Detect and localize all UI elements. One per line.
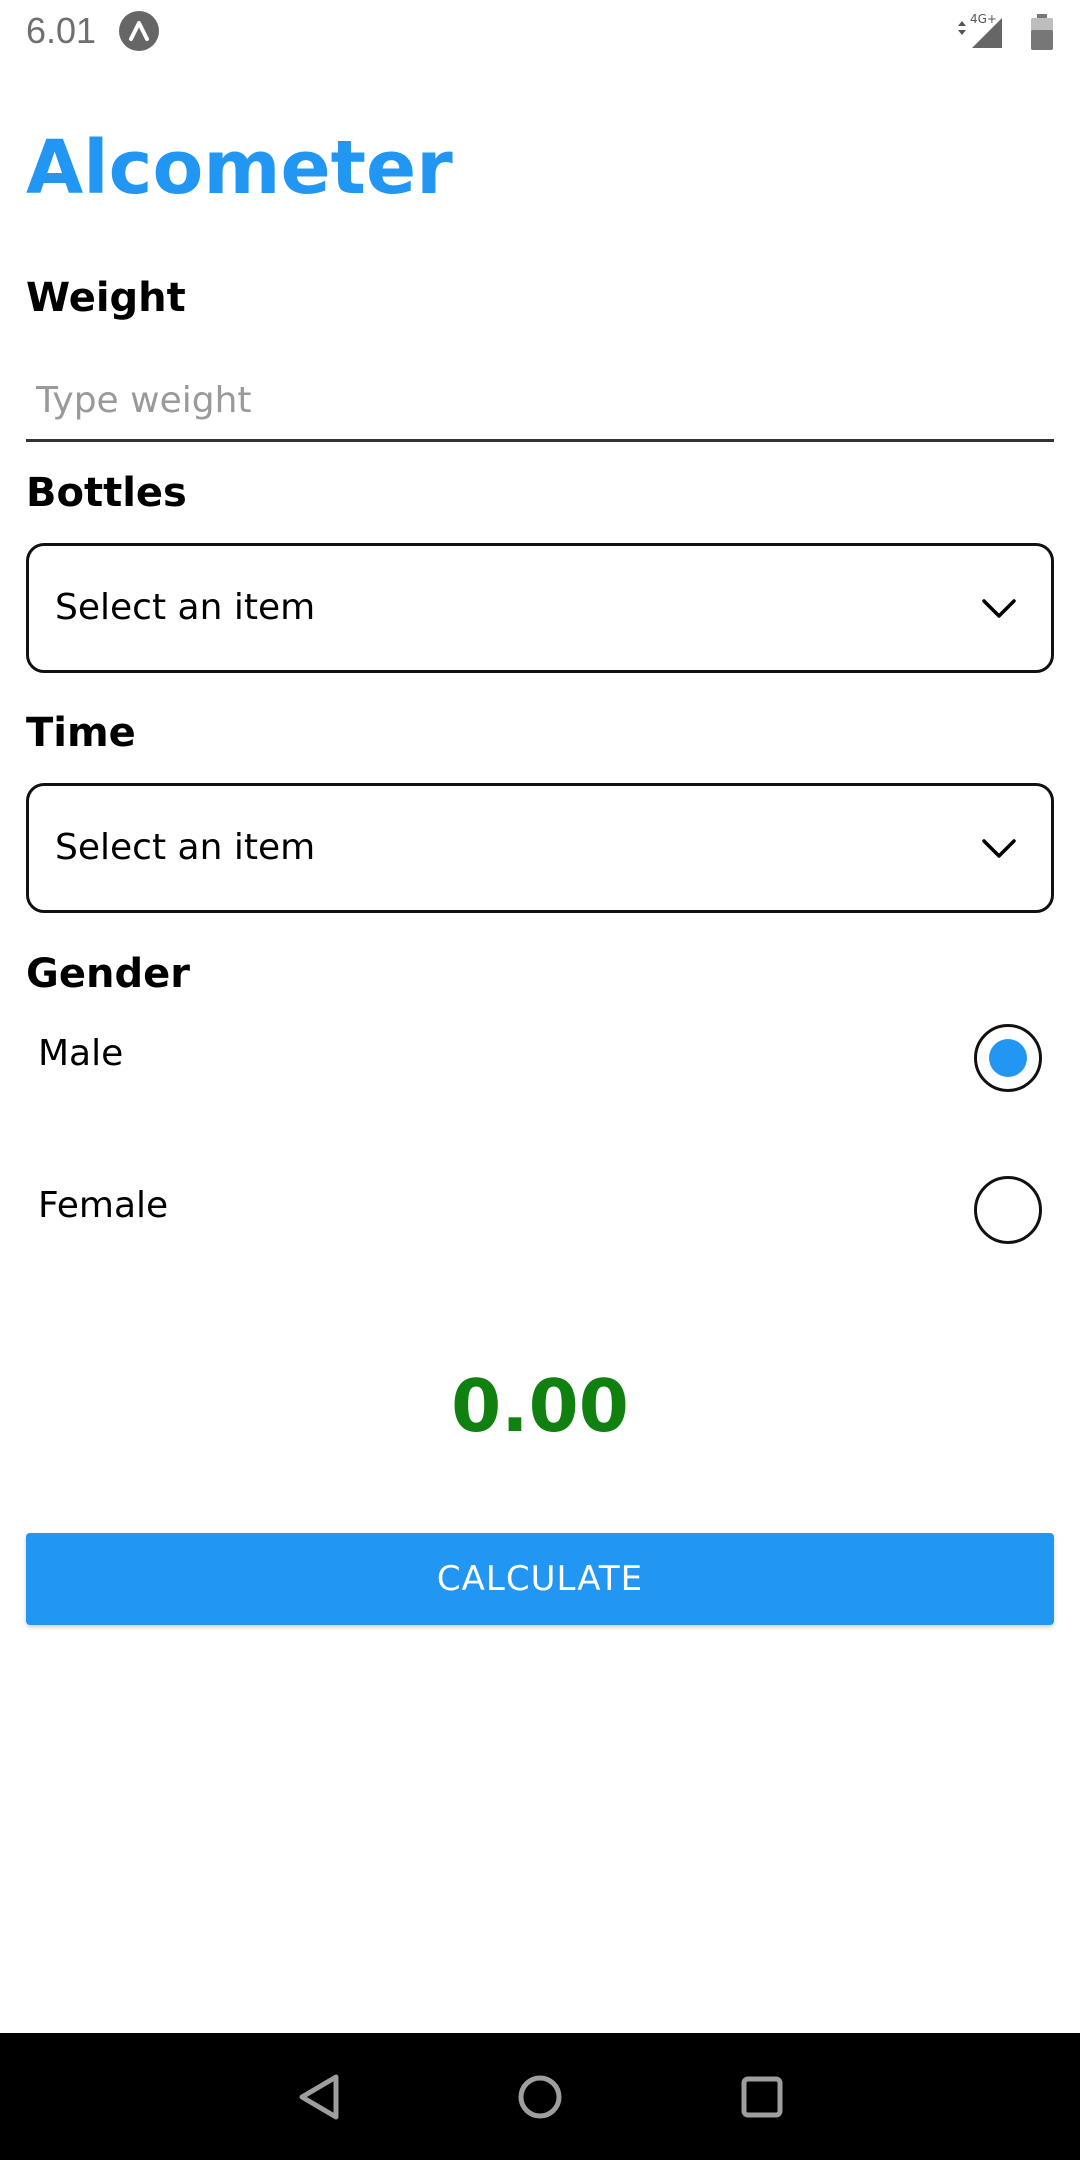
status-bar: 6.01 4G+ [0, 0, 1080, 62]
radio-button-female[interactable] [974, 1176, 1042, 1244]
weight-label: Weight [26, 275, 186, 321]
bottles-label: Bottles [26, 470, 187, 516]
weight-input[interactable] [26, 362, 1054, 442]
bottles-dropdown-value: Select an item [55, 587, 316, 628]
time-dropdown-value: Select an item [55, 827, 316, 868]
gender-option-male[interactable]: Male [26, 1024, 1054, 1104]
bottles-dropdown[interactable]: Select an item [26, 543, 1054, 673]
home-icon[interactable] [510, 2067, 570, 2127]
network-signal-icon: 4G+ [956, 12, 1012, 50]
chevron-down-icon [981, 590, 1017, 626]
radio-selected-dot [989, 1039, 1027, 1077]
app-notification-icon [119, 11, 159, 51]
gender-option-label: Male [38, 1033, 124, 1074]
network-type-label: 4G+ [970, 12, 997, 26]
gender-option-label: Female [38, 1185, 169, 1226]
battery-icon [1030, 14, 1054, 50]
navigation-bar [0, 2033, 1080, 2160]
gender-label: Gender [26, 951, 190, 997]
app-title: Alcometer [26, 125, 453, 211]
gender-option-female[interactable]: Female [26, 1176, 1054, 1256]
calculate-button[interactable]: CALCULATE [26, 1533, 1054, 1625]
time-dropdown[interactable]: Select an item [26, 783, 1054, 913]
back-icon[interactable] [290, 2067, 350, 2127]
time-label: Time [26, 710, 136, 756]
result-value: 0.00 [451, 1364, 629, 1448]
app-screen: 6.01 4G+ Alcometer Weight Bottles [0, 0, 1080, 2160]
chevron-down-icon [981, 830, 1017, 866]
recents-icon[interactable] [732, 2067, 792, 2127]
radio-button-male[interactable] [974, 1024, 1042, 1092]
status-time: 6.01 [26, 10, 97, 51]
